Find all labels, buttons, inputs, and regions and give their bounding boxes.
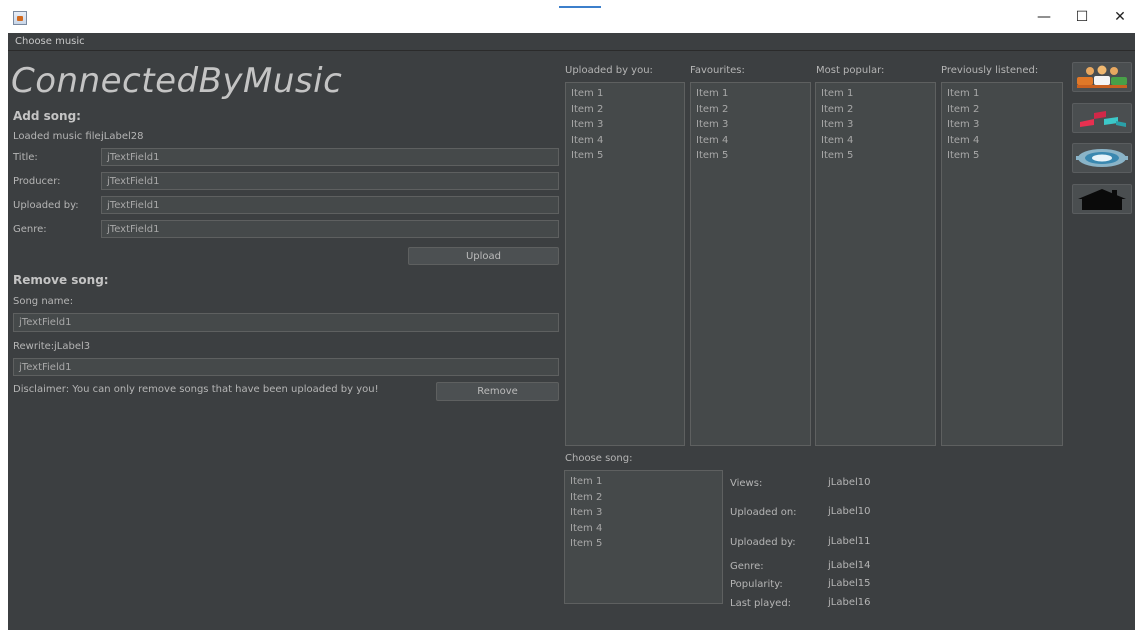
minimize-button[interactable]: — (1024, 0, 1064, 33)
list-item[interactable]: Item 4 (570, 521, 722, 537)
uploaded-by-input[interactable]: jTextField1 (101, 196, 559, 214)
list-item[interactable]: Item 3 (821, 117, 935, 133)
rewrite-input[interactable]: jTextField1 (13, 358, 559, 376)
popularity-value: jLabel15 (828, 578, 871, 589)
favourites-title: Favourites: (690, 65, 745, 76)
title-label: Title: (13, 152, 38, 163)
maximize-button[interactable]: ☐ (1062, 0, 1102, 33)
list-item[interactable]: Item 2 (696, 102, 810, 118)
list-item[interactable]: Item 5 (570, 536, 722, 552)
list-item[interactable]: Item 5 (696, 148, 810, 164)
title-input[interactable]: jTextField1 (101, 148, 559, 166)
menu-choose-music[interactable]: Choose music (15, 36, 85, 47)
remove-song-heading: Remove song: (13, 273, 109, 287)
list-item[interactable]: Item 3 (571, 117, 684, 133)
list-item[interactable]: Item 3 (570, 505, 722, 521)
genre-label: Genre: (13, 224, 47, 235)
detail-genre-value: jLabel14 (828, 560, 871, 571)
popularity-label: Popularity: (730, 579, 783, 590)
choose-song-list[interactable]: Item 1 Item 2 Item 3 Item 4 Item 5 (564, 470, 723, 604)
list-item[interactable]: Item 5 (571, 148, 684, 164)
uploaded-by-label: Uploaded by: (13, 200, 79, 211)
maximize-icon: ☐ (1075, 8, 1089, 25)
upload-button[interactable]: Upload (408, 247, 559, 265)
list-item[interactable]: Item 4 (571, 133, 684, 149)
previously-listened-title: Previously listened: (941, 65, 1039, 76)
people-button[interactable] (1072, 62, 1132, 92)
views-value: jLabel10 (828, 477, 871, 488)
rewrite-value: jLabel3 (54, 341, 91, 352)
list-item[interactable]: Item 3 (947, 117, 1062, 133)
titlebar-accent (559, 6, 601, 8)
window-left-edge (0, 33, 8, 630)
list-item[interactable]: Item 4 (821, 133, 935, 149)
close-button[interactable]: ✕ (1100, 0, 1135, 33)
views-label: Views: (730, 478, 763, 489)
list-item[interactable]: Item 4 (696, 133, 810, 149)
window-titlebar: — ☐ ✕ (0, 0, 1135, 33)
most-popular-title: Most popular: (816, 65, 885, 76)
music-button[interactable] (1072, 103, 1132, 133)
last-played-label: Last played: (730, 598, 792, 609)
choose-song-title: Choose song: (565, 453, 633, 464)
home-icon (1078, 189, 1126, 210)
detail-genre-label: Genre: (730, 561, 764, 572)
minimize-icon: — (1037, 8, 1051, 25)
list-item[interactable]: Item 5 (821, 148, 935, 164)
rewrite-label: Rewrite: (13, 341, 55, 352)
uploaded-on-value: jLabel10 (828, 506, 871, 517)
most-popular-list[interactable]: Item 1 Item 2 Item 3 Item 4 Item 5 (815, 82, 936, 446)
song-name-label: Song name: (13, 296, 74, 307)
detail-uploaded-by-label: Uploaded by: (730, 537, 796, 548)
loaded-file-label: Loaded music file: (13, 131, 105, 142)
list-item[interactable]: Item 3 (696, 117, 810, 133)
remove-button[interactable]: Remove (436, 382, 559, 401)
list-item[interactable]: Item 1 (696, 86, 810, 102)
add-song-heading: Add song: (13, 109, 81, 123)
list-item[interactable]: Item 1 (947, 86, 1062, 102)
uploaded-on-label: Uploaded on: (730, 507, 797, 518)
list-item[interactable]: Item 1 (571, 86, 684, 102)
list-item[interactable]: Item 2 (571, 102, 684, 118)
list-item[interactable]: Item 4 (947, 133, 1062, 149)
list-item[interactable]: Item 2 (570, 490, 722, 506)
list-item[interactable]: Item 2 (821, 102, 935, 118)
producer-input[interactable]: jTextField1 (101, 172, 559, 190)
loaded-file-value: jLabel28 (101, 131, 144, 142)
music-notes-icon (1080, 111, 1126, 127)
home-button[interactable] (1072, 184, 1132, 214)
disclaimer-text: Disclaimer: You can only remove songs th… (13, 384, 379, 395)
app-title: ConnectedByMusic (11, 61, 343, 101)
list-item[interactable]: Item 2 (947, 102, 1062, 118)
detail-uploaded-by-value: jLabel11 (828, 536, 871, 547)
list-item[interactable]: Item 5 (947, 148, 1062, 164)
genre-input[interactable]: jTextField1 (101, 220, 559, 238)
settings-button[interactable] (1072, 143, 1132, 173)
menu-bar: Choose music (8, 33, 1135, 51)
settings-icon (1076, 149, 1128, 167)
close-icon: ✕ (1114, 8, 1126, 25)
java-app-icon[interactable] (13, 11, 27, 25)
last-played-value: jLabel16 (828, 597, 871, 608)
people-icon (1077, 65, 1127, 88)
previously-listened-list[interactable]: Item 1 Item 2 Item 3 Item 4 Item 5 (941, 82, 1063, 446)
uploaded-by-you-list[interactable]: Item 1 Item 2 Item 3 Item 4 Item 5 (565, 82, 685, 446)
main-panel: ConnectedByMusic Add song: Loaded music … (8, 51, 1135, 630)
uploaded-by-you-title: Uploaded by you: (565, 65, 653, 76)
list-item[interactable]: Item 1 (570, 474, 722, 490)
producer-label: Producer: (13, 176, 61, 187)
favourites-list[interactable]: Item 1 Item 2 Item 3 Item 4 Item 5 (690, 82, 811, 446)
song-name-input[interactable]: jTextField1 (13, 313, 559, 332)
list-item[interactable]: Item 1 (821, 86, 935, 102)
